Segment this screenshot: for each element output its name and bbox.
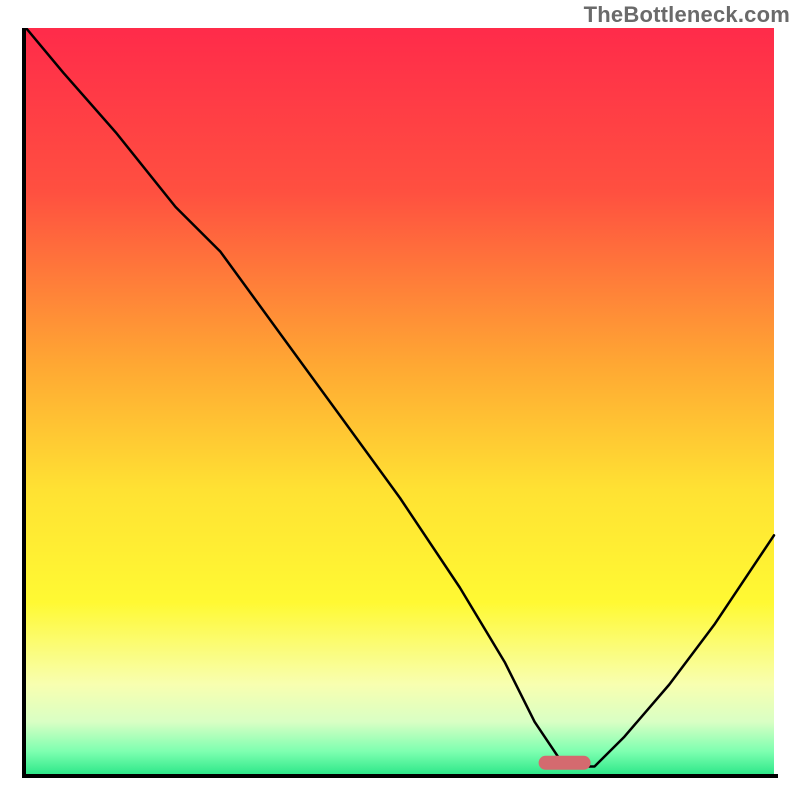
optimum-marker: [539, 756, 591, 770]
plot-area: [22, 28, 778, 778]
watermark-text: TheBottleneck.com: [584, 2, 790, 28]
plot-svg: [22, 28, 778, 778]
chart-container: TheBottleneck.com: [0, 0, 800, 800]
gradient-rect: [26, 28, 774, 774]
